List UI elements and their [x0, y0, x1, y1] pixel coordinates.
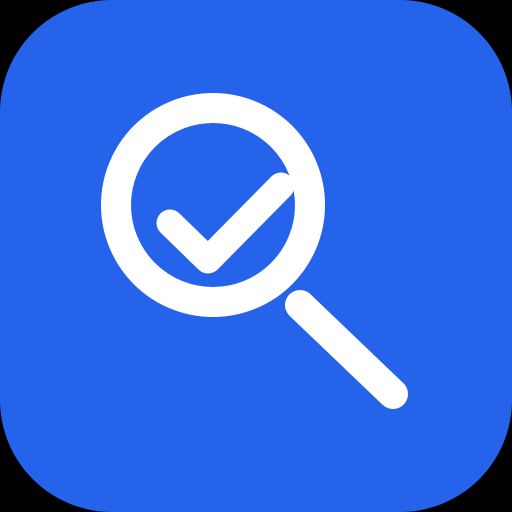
app-icon[interactable] — [0, 0, 512, 512]
app-icon-graphic — [0, 0, 512, 512]
app-icon-tile — [0, 0, 512, 512]
